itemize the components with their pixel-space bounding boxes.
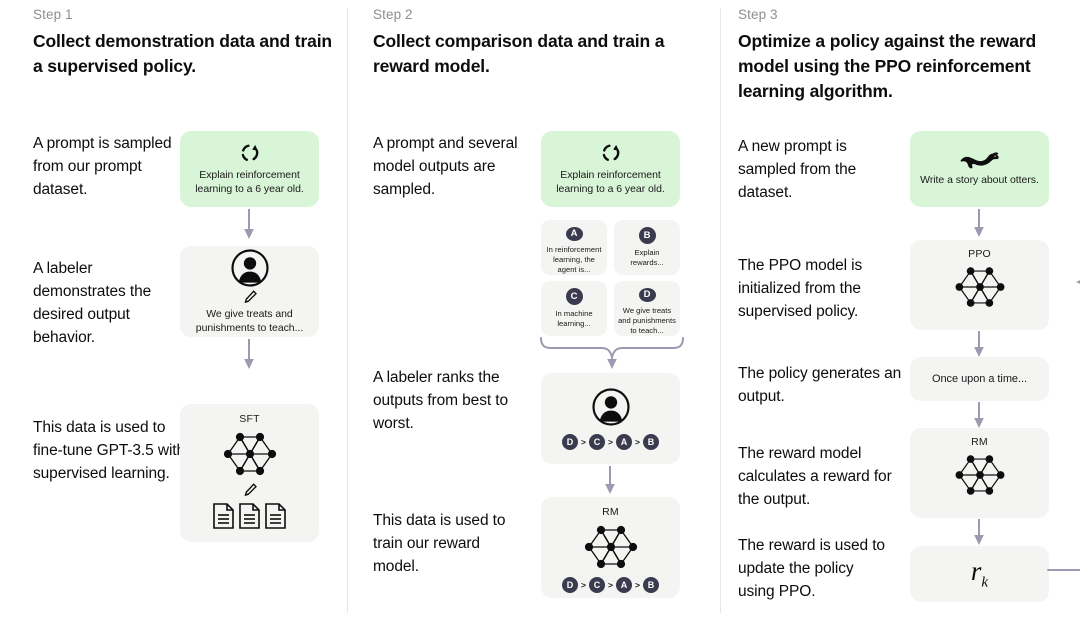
step-1-title: Collect demonstration data and train a s… [33,31,332,76]
option-text-b: Explain rewards... [630,248,664,268]
rank-badge-3: A [615,577,632,593]
step-2-title: Collect comparison data and train a rewa… [373,31,665,76]
neural-network-icon [950,450,1010,500]
option-text-c: In machine learning... [555,309,593,329]
step-2-rm-caption: RM [602,506,619,518]
step-2-column: Step 2 Collect comparison data and train… [347,0,720,621]
step-3-paragraph-3: The policy generates an output. [738,365,902,405]
reward-symbol-subscript: k [981,574,989,591]
arrow-down-3b [971,331,987,359]
rank-separator: > [608,437,613,447]
arrow-down-1b [241,339,257,371]
neural-network-icon [218,428,282,480]
step-3-ppo-caption: PPO [968,248,991,260]
reward-symbol: rk [971,556,988,591]
step-1-paragraph-2: A labeler demonstrates the desired outpu… [33,260,152,346]
step-3-label: Step 3 [738,7,778,22]
person-circle-icon [591,387,631,427]
step-1-label: Step 1 [33,7,73,22]
step-2-paragraph-3: This data is used to train our reward mo… [373,512,506,575]
step-3-paragraph-4: The reward model calculates a reward for… [738,445,892,508]
option-badge-d: D [638,288,656,302]
option-text-a: In reinforcement learning, the agent is.… [546,244,602,274]
neural-network-icon [950,262,1010,312]
rank-badge-2: C [589,577,606,593]
rank-badge-2: C [589,434,606,450]
step-3-column: Step 3 Optimize a policy against the rew… [720,0,1080,621]
rank-badge-4: B [642,434,659,450]
option-card-d[interactable]: D We give treats and punishments to teac… [614,281,680,336]
step-1-sft-caption: SFT [239,413,260,425]
refresh-cycle-icon [239,142,261,164]
rank-separator: > [634,580,640,590]
step-2-paragraph-1: A prompt and several model outputs are s… [373,135,518,198]
rank-badge-3: A [615,434,632,450]
rank-separator: > [608,580,613,590]
rank-badge-4: B [642,577,659,593]
step-3-output-card[interactable]: Once upon a time... [910,357,1049,401]
step-1-paragraph-1: A prompt is sampled from our prompt data… [33,135,172,198]
step-1-labeler-text: We give treats and punishments to teach.… [195,307,304,334]
arrow-down-3a [971,209,987,239]
step-2-prompt-text: Explain reinforcement learning to a 6 ye… [556,168,665,195]
person-circle-icon [230,248,270,288]
step-1-paragraph-3: This data is used to fine-tune GPT-3.5 w… [33,419,186,482]
arrow-down-3d [971,519,987,547]
rlhf-diagram: Step 1 Collect demonstration data and tr… [0,0,1080,621]
step-1-prompt-card[interactable]: Explain reinforcement learning to a 6 ye… [180,131,319,207]
rank-badge-1: D [562,577,579,593]
pencil-icon [242,482,258,498]
documents-icon [211,502,289,530]
step-3-reward-card[interactable]: rk [910,546,1049,602]
arrow-down-1a [241,209,257,241]
step-1-prompt-text: Explain reinforcement learning to a 6 ye… [195,168,304,195]
option-badge-a: A [565,227,583,241]
otter-icon [959,150,1001,170]
step-3-prompt-text: Write a story about otters. [920,174,1039,187]
step-3-prompt-card[interactable]: Write a story about otters. [910,131,1049,207]
feedback-loop-arrow [1046,272,1080,582]
step-1-labeler-card[interactable]: We give treats and punishments to teach.… [180,246,319,337]
step-3-rm-card[interactable]: RM [910,428,1049,518]
arrow-down-2a [602,466,618,496]
step-3-paragraph-1: A new prompt is sampled from the dataset… [738,138,857,201]
step-1-column: Step 1 Collect demonstration data and tr… [0,0,347,621]
option-card-c[interactable]: C In machine learning... [541,281,607,336]
step-2-prompt-card[interactable]: Explain reinforcement learning to a 6 ye… [541,131,680,207]
brace-merge-arrow [539,337,685,371]
rank-separator: > [581,580,587,590]
step-1-sft-card[interactable]: SFT [180,404,319,542]
refresh-cycle-icon [600,142,622,164]
pencil-icon [242,289,258,305]
step-2-ranking-card[interactable]: D > C > A > B [541,373,680,464]
step-2-ranking-row: D > C > A > B [562,434,659,450]
option-badge-c: C [565,288,583,305]
option-badge-b: B [638,227,656,244]
step-3-paragraph-5: The reward is used to update the policy … [738,537,885,600]
step-2-paragraph-2: A labeler ranks the outputs from best to… [373,369,508,432]
rank-separator: > [581,437,587,447]
step-3-title: Optimize a policy against the reward mod… [738,31,1037,101]
step-3-paragraph-2: The PPO model is initialized from the su… [738,257,863,320]
option-card-a[interactable]: A In reinforcement learning, the agent i… [541,220,607,275]
step-2-label: Step 2 [373,7,413,22]
option-card-b[interactable]: B Explain rewards... [614,220,680,275]
step-2-rm-ranking-row: D > C > A > B [562,577,659,593]
step-3-output-text: Once upon a time... [931,372,1028,385]
arrow-down-3c [971,402,987,430]
reward-symbol-base: r [970,556,982,587]
step-2-rm-card[interactable]: RM D > C > A > B [541,497,680,598]
step-3-ppo-card[interactable]: PPO [910,240,1049,330]
option-text-d: We give treats and punishments to teach.… [618,305,676,335]
rank-separator: > [634,437,640,447]
step-3-rm-caption: RM [971,436,988,448]
rank-badge-1: D [562,434,579,450]
neural-network-icon [579,521,643,573]
